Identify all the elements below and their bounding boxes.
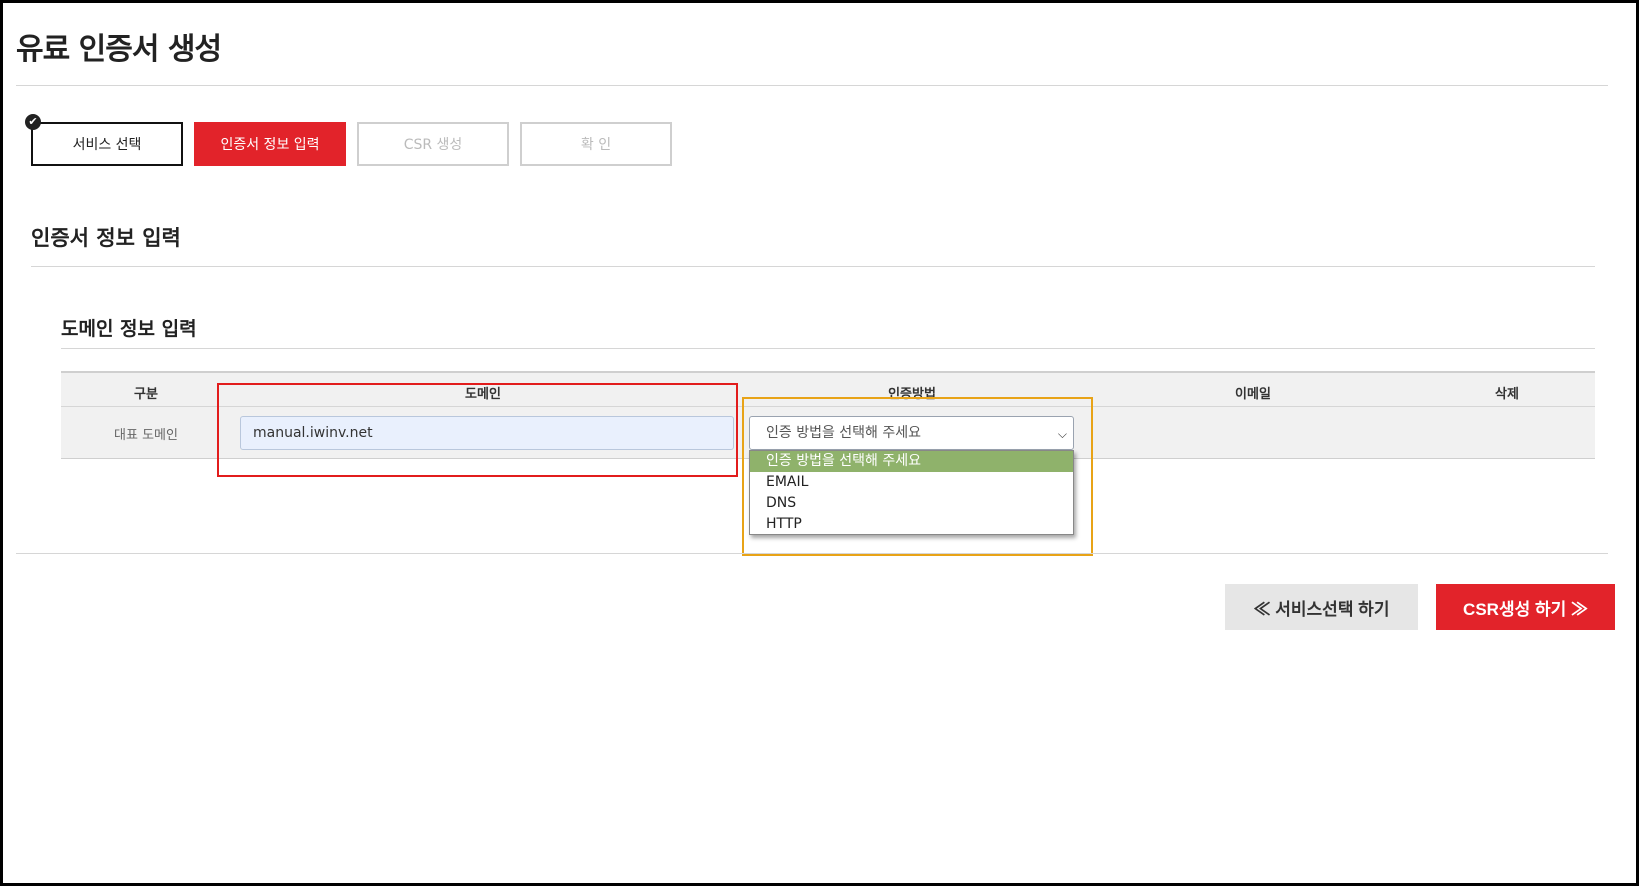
chevron-down-icon: ⌵ — [1057, 427, 1067, 441]
page-title: 유료 인증서 생성 — [16, 32, 222, 67]
dropdown-option-placeholder[interactable]: 인증 방법을 선택해 주세요 — [750, 451, 1073, 472]
divider — [16, 553, 1608, 554]
col-header-delete: 삭제 — [1495, 387, 1519, 402]
dropdown-option-http[interactable]: HTTP — [750, 514, 1073, 535]
divider — [61, 348, 1595, 349]
auth-method-select[interactable]: 인증 방법을 선택해 주세요 ⌵ — [749, 416, 1074, 450]
col-header-method: 인증방법 — [888, 387, 936, 402]
divider — [16, 85, 1608, 86]
step-service-select[interactable]: 서비스 선택 — [31, 122, 183, 166]
create-csr-button[interactable]: CSR생성 하기 ≫ — [1436, 584, 1615, 630]
section-title: 인증서 정보 입력 — [31, 226, 181, 250]
col-header-email: 이메일 — [1235, 387, 1271, 402]
row-label-primary-domain: 대표 도메인 — [114, 428, 178, 443]
domain-input[interactable] — [240, 416, 734, 450]
dropdown-option-email[interactable]: EMAIL — [750, 472, 1073, 493]
back-to-service-button[interactable]: ≪ 서비스선택 하기 — [1225, 584, 1418, 630]
step-csr-create: CSR 생성 — [357, 122, 509, 166]
divider — [31, 266, 1595, 267]
auth-method-selected-label: 인증 방법을 선택해 주세요 — [766, 425, 922, 441]
auth-method-dropdown: 인증 방법을 선택해 주세요 EMAIL DNS HTTP — [749, 450, 1074, 535]
dropdown-option-dns[interactable]: DNS — [750, 493, 1073, 514]
check-circle-icon: ✔ — [25, 114, 41, 130]
col-header-type: 구분 — [134, 387, 158, 402]
step-confirm: 확 인 — [520, 122, 672, 166]
table-header: 구분 도메인 인증방법 이메일 삭제 — [61, 371, 1595, 407]
step-cert-info[interactable]: 인증서 정보 입력 — [194, 122, 346, 166]
domain-section-title: 도메인 정보 입력 — [61, 318, 197, 340]
col-header-domain: 도메인 — [465, 387, 501, 402]
